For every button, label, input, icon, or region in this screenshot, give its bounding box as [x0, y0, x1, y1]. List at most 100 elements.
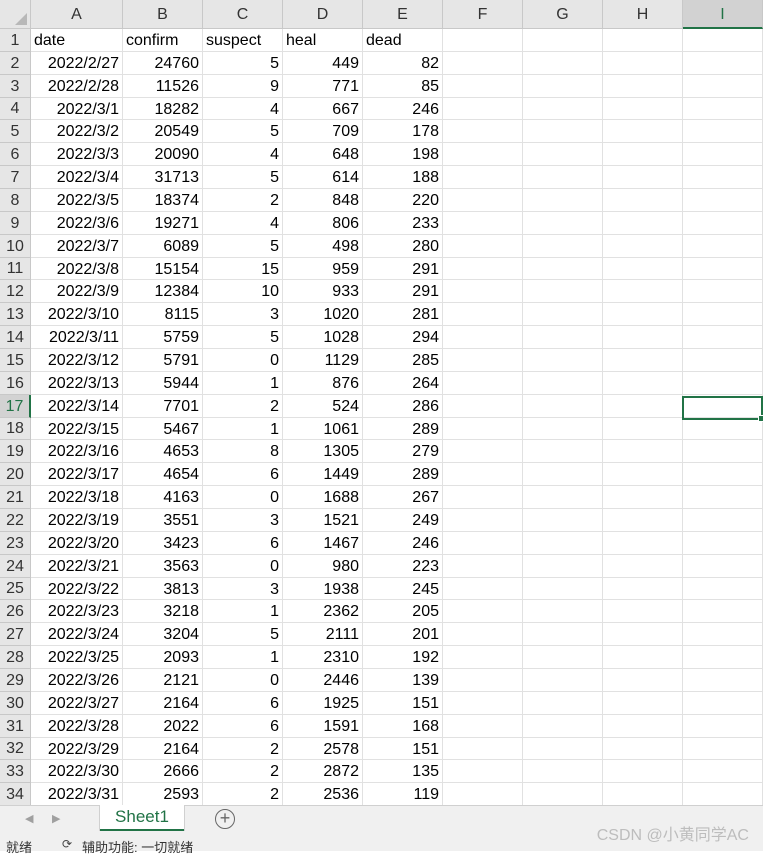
cell-a33[interactable]: 2022/3/30 [31, 760, 123, 783]
cell-h19[interactable] [603, 440, 683, 463]
cell-f27[interactable] [443, 623, 523, 646]
cell-b26[interactable]: 3218 [123, 600, 203, 623]
cell-c3[interactable]: 9 [203, 75, 283, 98]
cell-c26[interactable]: 1 [203, 600, 283, 623]
cell-a29[interactable]: 2022/3/26 [31, 669, 123, 692]
cell-c8[interactable]: 2 [203, 189, 283, 212]
cell-e28[interactable]: 192 [363, 646, 443, 669]
cell-f13[interactable] [443, 303, 523, 326]
cell-e7[interactable]: 188 [363, 166, 443, 189]
cell-f8[interactable] [443, 189, 523, 212]
cell-d9[interactable]: 806 [283, 212, 363, 235]
row-header-10[interactable]: 10 [0, 235, 31, 258]
cell-h34[interactable] [603, 783, 683, 805]
cell-e30[interactable]: 151 [363, 692, 443, 715]
cell-h4[interactable] [603, 98, 683, 120]
row-header-29[interactable]: 29 [0, 669, 31, 692]
cell-d16[interactable]: 876 [283, 372, 363, 395]
cell-c10[interactable]: 5 [203, 235, 283, 258]
cell-i6[interactable] [683, 143, 763, 166]
cell-d24[interactable]: 980 [283, 555, 363, 578]
row-header-2[interactable]: 2 [0, 52, 31, 75]
cell-g2[interactable] [523, 52, 603, 75]
cell-f16[interactable] [443, 372, 523, 395]
cell-e16[interactable]: 264 [363, 372, 443, 395]
row-header-22[interactable]: 22 [0, 509, 31, 532]
cell-e21[interactable]: 267 [363, 486, 443, 509]
cell-e19[interactable]: 279 [363, 440, 443, 463]
sheet-tab-sheet1[interactable]: Sheet1 [100, 805, 184, 831]
cell-g33[interactable] [523, 760, 603, 783]
cell-b32[interactable]: 2164 [123, 738, 203, 760]
cell-f29[interactable] [443, 669, 523, 692]
cell-i27[interactable] [683, 623, 763, 646]
cell-e2[interactable]: 82 [363, 52, 443, 75]
cell-c22[interactable]: 3 [203, 509, 283, 532]
cell-i30[interactable] [683, 692, 763, 715]
cell-g9[interactable] [523, 212, 603, 235]
cell-b30[interactable]: 2164 [123, 692, 203, 715]
cell-h30[interactable] [603, 692, 683, 715]
cell-g32[interactable] [523, 738, 603, 760]
row-header-27[interactable]: 27 [0, 623, 31, 646]
cell-d33[interactable]: 2872 [283, 760, 363, 783]
cell-h26[interactable] [603, 600, 683, 623]
cell-a28[interactable]: 2022/3/25 [31, 646, 123, 669]
cell-g7[interactable] [523, 166, 603, 189]
cell-c20[interactable]: 6 [203, 463, 283, 486]
cell-g23[interactable] [523, 532, 603, 555]
cell-h14[interactable] [603, 326, 683, 349]
cell-e17[interactable]: 286 [363, 395, 443, 418]
cell-d4[interactable]: 667 [283, 98, 363, 120]
cell-f25[interactable] [443, 578, 523, 600]
cell-b7[interactable]: 31713 [123, 166, 203, 189]
prev-sheet-arrow-icon[interactable]: ◀ [25, 812, 33, 825]
cell-f26[interactable] [443, 600, 523, 623]
cell-d18[interactable]: 1061 [283, 418, 363, 440]
cell-f28[interactable] [443, 646, 523, 669]
cell-g10[interactable] [523, 235, 603, 258]
accessibility-icon[interactable]: ⟳ [62, 837, 72, 851]
cell-e6[interactable]: 198 [363, 143, 443, 166]
cell-c12[interactable]: 10 [203, 280, 283, 303]
cell-g18[interactable] [523, 418, 603, 440]
cell-b28[interactable]: 2093 [123, 646, 203, 669]
cell-h33[interactable] [603, 760, 683, 783]
cell-h32[interactable] [603, 738, 683, 760]
row-header-13[interactable]: 13 [0, 303, 31, 326]
row-header-25[interactable]: 25 [0, 578, 31, 600]
cell-d15[interactable]: 1129 [283, 349, 363, 372]
cell-h23[interactable] [603, 532, 683, 555]
row-header-12[interactable]: 12 [0, 280, 31, 303]
cell-f18[interactable] [443, 418, 523, 440]
cell-b15[interactable]: 5791 [123, 349, 203, 372]
cell-g20[interactable] [523, 463, 603, 486]
cell-h8[interactable] [603, 189, 683, 212]
cell-f9[interactable] [443, 212, 523, 235]
cell-a14[interactable]: 2022/3/11 [31, 326, 123, 349]
cell-c4[interactable]: 4 [203, 98, 283, 120]
cell-g14[interactable] [523, 326, 603, 349]
cell-c7[interactable]: 5 [203, 166, 283, 189]
cell-a17[interactable]: 2022/3/14 [31, 395, 123, 418]
cell-a10[interactable]: 2022/3/7 [31, 235, 123, 258]
cell-h5[interactable] [603, 120, 683, 143]
cell-i9[interactable] [683, 212, 763, 235]
row-header-16[interactable]: 16 [0, 372, 31, 395]
row-header-20[interactable]: 20 [0, 463, 31, 486]
cell-d13[interactable]: 1020 [283, 303, 363, 326]
cell-e24[interactable]: 223 [363, 555, 443, 578]
cell-h16[interactable] [603, 372, 683, 395]
cell-a30[interactable]: 2022/3/27 [31, 692, 123, 715]
cell-a22[interactable]: 2022/3/19 [31, 509, 123, 532]
cell-g34[interactable] [523, 783, 603, 805]
row-header-11[interactable]: 11 [0, 258, 31, 280]
cell-g4[interactable] [523, 98, 603, 120]
cell-e13[interactable]: 281 [363, 303, 443, 326]
cell-d5[interactable]: 709 [283, 120, 363, 143]
cell-i8[interactable] [683, 189, 763, 212]
cell-c29[interactable]: 0 [203, 669, 283, 692]
next-sheet-arrow-icon[interactable]: ▶ [52, 812, 60, 825]
cell-h6[interactable] [603, 143, 683, 166]
cell-b11[interactable]: 15154 [123, 258, 203, 280]
